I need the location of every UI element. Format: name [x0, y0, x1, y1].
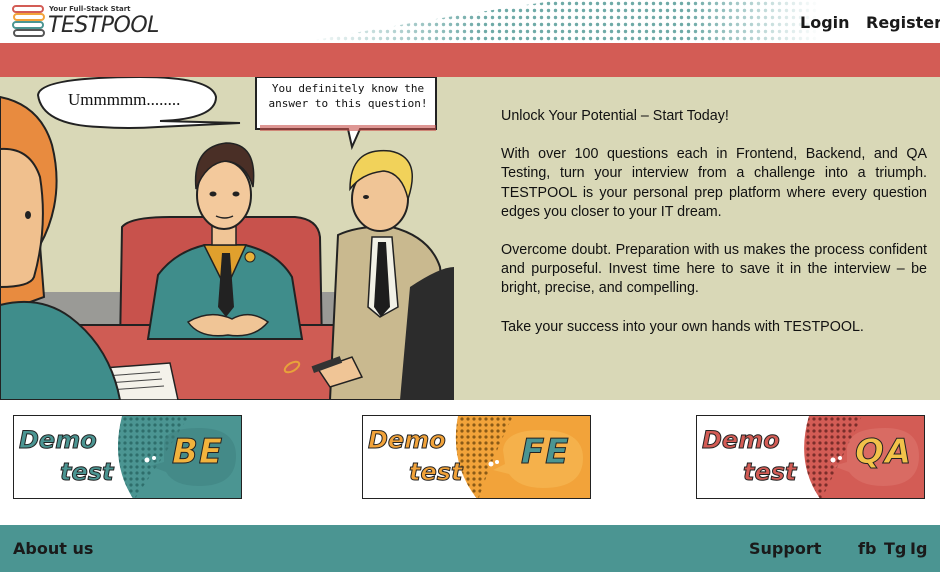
logo-name: TESTPOOL	[48, 13, 159, 38]
hero-paragraph: Overcome doubt. Preparation with us make…	[501, 242, 927, 297]
interview-comic-illustration: Ummmmm........ You definitely know the a…	[0, 77, 454, 400]
hero-headline: Unlock Your Potential – Start Today!	[501, 108, 729, 124]
card-test-label: test	[60, 458, 115, 487]
demo-test-be-card[interactable]: Demo test BE	[13, 415, 242, 499]
card-demo-label: Demo	[368, 426, 447, 455]
speech-bubble-left: Ummmmm........	[68, 90, 181, 109]
login-link[interactable]: Login	[800, 13, 850, 32]
about-us-link[interactable]: About us	[13, 539, 93, 558]
logo[interactable]: Your Full-Stack Start TESTPOOL	[11, 3, 159, 41]
card-test-label: test	[409, 458, 464, 487]
support-link[interactable]: Support	[749, 539, 821, 558]
hero-copy: Unlock Your Potential – Start Today! Wit…	[501, 107, 927, 356]
facebook-link[interactable]: fb	[858, 539, 876, 558]
card-code-label: QA	[854, 432, 913, 473]
stacked-books-icon	[12, 5, 45, 37]
card-demo-label: Demo	[702, 426, 781, 455]
telegram-link[interactable]: Tg	[884, 539, 906, 558]
hero-paragraph: Take your success into your own hands wi…	[501, 318, 864, 335]
card-demo-label: Demo	[19, 426, 98, 455]
card-code-label: BE	[171, 432, 224, 473]
hero-paragraph: With over 100 questions each in Frontend…	[501, 146, 927, 220]
demo-test-qa-card[interactable]: Demo test QA	[696, 415, 925, 499]
register-link[interactable]: Register	[866, 13, 940, 32]
logo-tagline: Your Full-Stack Start	[49, 5, 131, 13]
speech-bubble-right: You definitely know the answer to this q…	[268, 82, 428, 110]
demo-test-fe-card[interactable]: Demo test FE	[362, 415, 591, 499]
site-footer: About us Support fb Tg Ig	[0, 525, 940, 572]
card-test-label: test	[743, 458, 798, 487]
card-code-label: FE	[520, 432, 570, 473]
hero-section: Ummmmm........ You definitely know the a…	[0, 77, 940, 400]
instagram-link[interactable]: Ig	[910, 539, 927, 558]
halftone-decoration	[300, 0, 820, 43]
accent-band	[0, 43, 940, 77]
site-header: Your Full-Stack Start TESTPOOL Login Reg…	[0, 0, 940, 43]
